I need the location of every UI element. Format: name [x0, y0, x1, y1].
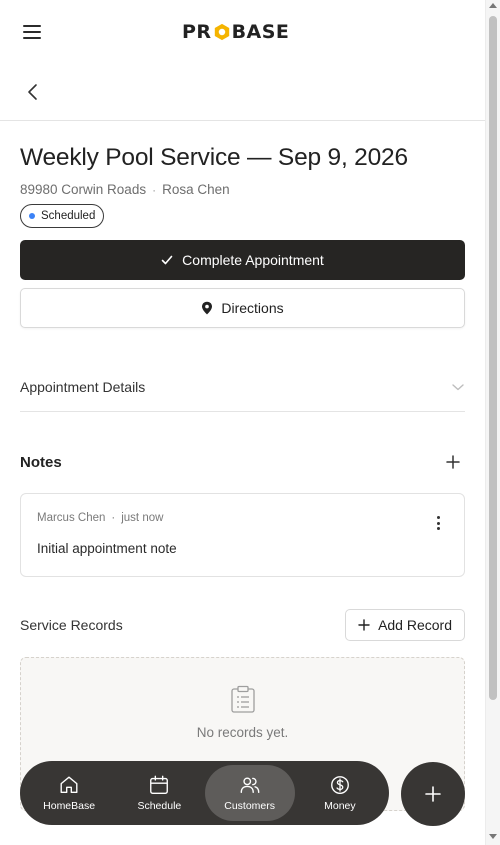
status-text: Scheduled	[41, 210, 96, 222]
add-note-button[interactable]	[441, 450, 465, 474]
scroll-up-arrow-icon[interactable]	[489, 3, 497, 8]
status-dot-icon	[29, 213, 35, 219]
meta-separator: ·	[152, 182, 157, 197]
vertical-scrollbar[interactable]	[485, 0, 500, 845]
note-card: Marcus Chen · just now Initial appointme…	[20, 493, 465, 577]
note-meta: Marcus Chen · just now	[37, 512, 163, 524]
note-meta-separator: ·	[111, 512, 116, 524]
page: PR BASE Weekly Pool Service — Sep 9, 202…	[0, 0, 485, 845]
calendar-icon	[150, 775, 169, 794]
hamburger-menu-icon[interactable]	[18, 18, 46, 46]
nav-item-schedule[interactable]: Schedule	[114, 765, 204, 821]
chevron-left-icon[interactable]	[22, 80, 44, 104]
notes-header: Notes	[20, 448, 465, 476]
users-icon	[240, 777, 260, 794]
check-icon	[161, 255, 173, 265]
complete-appointment-button[interactable]: Complete Appointment	[20, 240, 465, 280]
note-text: Initial appointment note	[37, 541, 177, 556]
scroll-down-arrow-icon[interactable]	[489, 834, 497, 839]
nav-item-homebase[interactable]: HomeBase	[24, 765, 114, 821]
customer-name: Rosa Chen	[162, 182, 230, 197]
app-header: PR BASE	[0, 0, 485, 62]
appointment-details-label: Appointment Details	[20, 378, 146, 395]
plus-icon	[358, 619, 370, 631]
address-text: 89980 Corwin Roads	[20, 182, 147, 197]
note-time: just now	[121, 512, 164, 524]
plus-icon	[425, 786, 441, 802]
more-vertical-icon[interactable]	[430, 514, 446, 532]
dollar-icon	[330, 776, 349, 794]
clipboard-list-icon	[231, 685, 255, 713]
complete-appointment-label: Complete Appointment	[182, 252, 324, 268]
appointment-details-toggle[interactable]: Appointment Details	[20, 362, 465, 412]
logo-text-left: PR	[182, 21, 212, 43]
page-title: Weekly Pool Service — Sep 9, 2026	[20, 144, 408, 171]
plus-icon	[446, 455, 460, 469]
appointment-meta: 89980 Corwin Roads · Rosa Chen	[20, 182, 230, 197]
empty-state-text: No records yet.	[196, 725, 289, 740]
note-author: Marcus Chen	[37, 512, 106, 524]
nav-item-money[interactable]: Money	[295, 765, 385, 821]
service-records-header: Service Records Add Record	[20, 609, 465, 641]
home-icon	[60, 776, 78, 794]
service-records-title: Service Records	[20, 617, 123, 633]
logo-text-right: BASE	[231, 21, 290, 43]
map-pin-icon	[202, 301, 213, 315]
add-record-button[interactable]: Add Record	[345, 609, 465, 641]
nav-label-customers: Customers	[224, 800, 275, 812]
quick-add-fab-button[interactable]	[401, 762, 465, 826]
chevron-down-icon	[452, 383, 464, 390]
bottom-navigation: HomeBase Schedule Customers Money	[20, 761, 389, 825]
scrollbar-thumb[interactable]	[489, 16, 497, 700]
notes-title: Notes	[20, 453, 62, 471]
logo-hex-icon	[214, 23, 229, 41]
directions-label: Directions	[221, 300, 284, 316]
nav-label-schedule: Schedule	[137, 800, 182, 812]
nav-item-customers[interactable]: Customers	[204, 765, 295, 821]
add-record-label: Add Record	[378, 617, 452, 633]
nav-label-money: Money	[324, 800, 356, 812]
directions-button[interactable]: Directions	[20, 288, 465, 328]
status-badge: Scheduled	[20, 204, 105, 228]
probase-logo[interactable]: PR BASE	[182, 20, 289, 44]
back-bar	[0, 62, 485, 121]
nav-label-homebase: HomeBase	[43, 800, 96, 812]
